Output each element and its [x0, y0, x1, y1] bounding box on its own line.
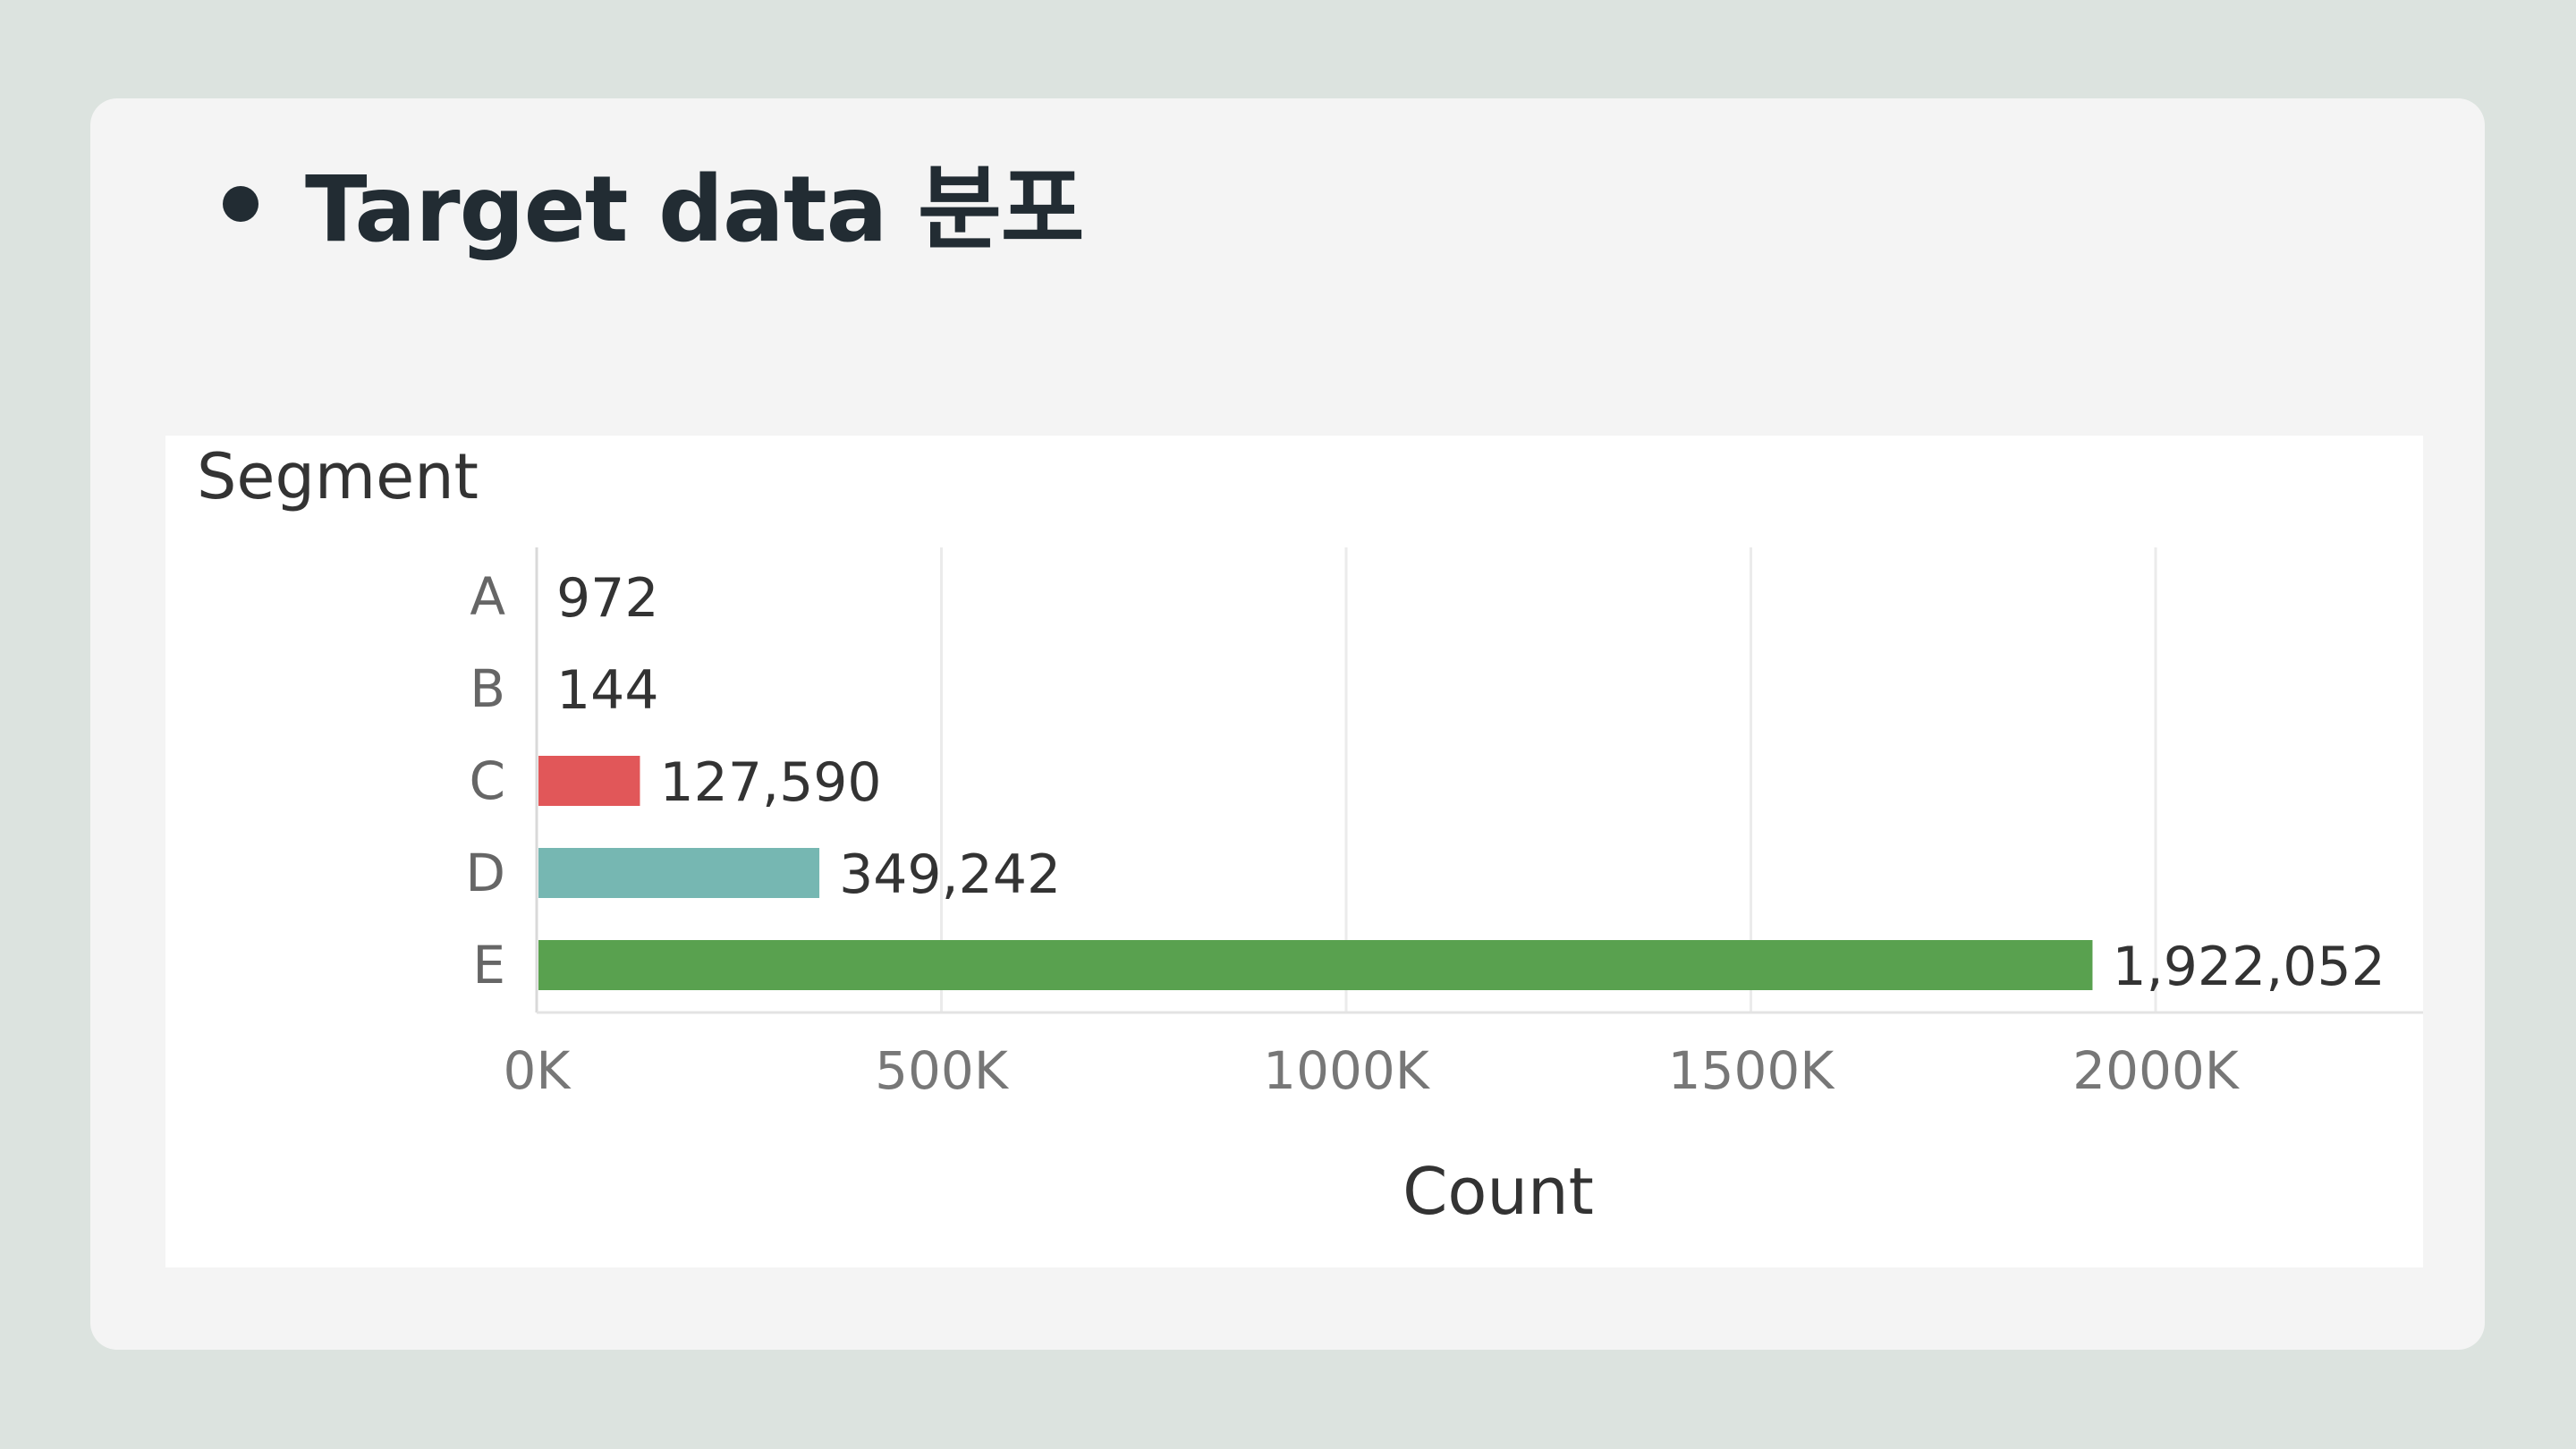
category-label: E [472, 935, 505, 996]
x-tick-label: 1000K [1263, 1040, 1431, 1101]
data-label: 1,922,052 [2112, 936, 2385, 998]
bullet-icon [223, 186, 258, 222]
data-label: 144 [556, 659, 659, 722]
x-tick-label: 2000K [2072, 1040, 2241, 1101]
category-label: C [470, 750, 506, 811]
category-label: B [470, 658, 505, 719]
bar [538, 848, 820, 898]
bar-chart: 0K 500K 1000K 1500K 2000K A 972 B 144 C 127,590 D 3… [197, 440, 2423, 1229]
x-axis-label: Count [1402, 1154, 1594, 1229]
x-tick-label: 1500K [1668, 1040, 1836, 1101]
bar [538, 940, 2093, 990]
x-tick-label: 0K [504, 1040, 572, 1101]
data-label: 127,590 [659, 751, 881, 814]
slide-title: Target data 분포 [305, 157, 1085, 263]
chart-panel: 0K 500K 1000K 1500K 2000K A 972 B 144 C 127,590 D 3… [165, 436, 2423, 1267]
x-tick-label: 500K [875, 1040, 1010, 1101]
category-label: D [465, 843, 505, 903]
bar [538, 756, 640, 806]
chart-title: Segment [197, 440, 479, 513]
labels: A 972 B 144 C 127,590 D 349,242 E 1,922,052 [465, 566, 2385, 998]
category-label: A [470, 566, 505, 627]
data-label: 972 [556, 567, 659, 630]
data-label: 349,242 [839, 843, 1061, 906]
gridlines: 0K 500K 1000K 1500K 2000K [504, 547, 2423, 1101]
